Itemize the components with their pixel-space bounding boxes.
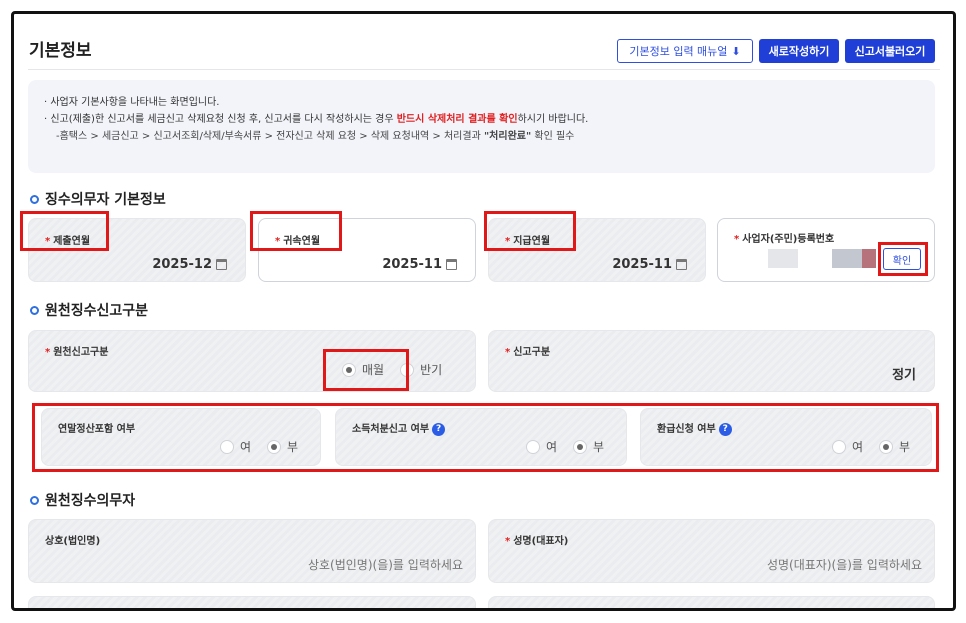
section-filing-type: 원천징수신고구분 [30,300,148,320]
help-icon[interactable]: ? [718,422,732,436]
calendar-icon [676,259,687,270]
company-name-field[interactable]: 상호(법인명) 상호(법인명)(을)를 입력하세요 [28,519,476,583]
page-title: 기본정보 [29,41,92,61]
income-disposal-label: 소득처분신고 여부? [352,420,446,436]
radio-no-label[interactable]: 부 [593,438,604,455]
refund-label: 환급신청 여부? [657,420,732,436]
belong-month-value-wrap: 2025-11 [382,257,457,272]
report-type-label-text: 신고구분 [513,347,551,358]
radio-no-label[interactable]: 부 [287,438,298,455]
highlight-box [484,211,576,251]
help-icon[interactable]: ? [432,422,446,436]
notice-line-3-text: -홈택스 > 세금신고 > 신고서조회/삭제/부속서류 > 전자신고 삭제 요청… [56,131,484,142]
income-disposal-card: 소득처분신고 여부? [335,408,627,466]
year-end-radio-group: 여 부 [220,438,298,455]
circle-bullet-icon [30,495,39,505]
report-type-value: 정기 [892,368,916,383]
company-name-label: 상호(법인명) [45,536,101,547]
notice-line-2: · 신고(제출)한 신고서를 세금신고 삭제요청 신청 후, 신고서를 다시 작… [44,111,919,128]
report-type-label: * 신고구분 [505,347,551,358]
year-end-card: 연말정산포함 여부 [41,408,321,466]
radio-yes-label[interactable]: 여 [240,438,251,455]
circle-bullet-icon [30,305,39,315]
redacted-block [862,249,876,268]
radio-yes[interactable] [526,439,540,454]
calendar-icon[interactable] [446,259,457,270]
notice-line-2-highlight: 반드시 삭제처리 결과를 확인 [396,114,518,125]
pay-month-value-wrap: 2025-11 [612,257,687,272]
circle-bullet-icon [30,194,39,204]
radio-no-label[interactable]: 부 [899,438,910,455]
income-disposal-radio-group: 여 부 [526,438,604,455]
calendar-icon [216,259,227,270]
radio-no[interactable] [879,439,894,454]
redacted-block [832,249,862,268]
notice-line-3-bold: "처리완료" [483,131,532,142]
new-write-button[interactable]: 새로작성하기 [759,39,839,63]
section-withholder: 원천징수의무자 [30,490,135,510]
refund-label-text: 환급신청 여부 [657,424,716,435]
load-report-button[interactable]: 신고서불러오기 [845,39,935,63]
withholding-type-label: * 원천신고구분 [45,347,109,358]
section-withholder-info: 징수의무자 기본정보 [30,189,166,209]
highlight-box [250,211,342,251]
representative-name-field[interactable]: * 성명(대표자) 성명(대표자)(을)를 입력하세요 [488,519,935,583]
highlight-box [323,349,409,391]
withholding-type-label-text: 원천신고구분 [53,347,109,358]
radio-no[interactable] [267,439,282,454]
notice-box: · 사업자 기본사항을 나타내는 화면입니다. · 신고(제출)한 신고서를 세… [28,80,935,173]
notice-line-3-end: 확인 필수 [531,131,575,142]
radio-half-year-label[interactable]: 반기 [420,361,442,378]
manual-button[interactable]: 기본정보 입력 매뉴얼 ⬇ [617,39,753,63]
representative-name-placeholder: 성명(대표자)(을)를 입력하세요 [766,558,922,572]
radio-no[interactable] [573,439,588,454]
belong-month-value: 2025-11 [382,257,442,272]
refund-radio-group: 여 부 [832,438,910,455]
next-row-field [28,596,476,608]
manual-button-label: 기본정보 입력 매뉴얼 [629,45,728,58]
section-filing-type-title: 원천징수신고구분 [45,303,149,319]
submit-month-value: 2025-12 [152,257,212,272]
notice-line-2-end: 하시기 바랍니다. [517,114,589,125]
section-withholder-title: 원천징수의무자 [45,493,136,509]
submit-month-value-wrap: 2025-12 [152,257,227,272]
radio-yes-label[interactable]: 여 [852,438,863,455]
highlight-box [878,242,928,276]
pay-month-value: 2025-11 [612,257,672,272]
redacted-block [768,249,798,268]
company-name-placeholder: 상호(법인명)(을)를 입력하세요 [307,558,463,572]
registration-number-label-text: 사업자(주민)등록번호 [742,234,835,245]
representative-name-label: * 성명(대표자) [505,536,569,547]
year-end-label: 연말정산포함 여부 [58,424,136,435]
notice-line-3: -홈택스 > 세금신고 > 신고서조회/삭제/부속서류 > 전자신고 삭제 요청… [44,128,919,145]
radio-yes-label[interactable]: 여 [546,438,557,455]
radio-yes[interactable] [832,439,846,454]
highlight-box [20,211,109,251]
download-icon: ⬇ [731,44,741,58]
income-disposal-label-text: 소득처분신고 여부 [352,424,430,435]
notice-line-1: · 사업자 기본사항을 나타내는 화면입니다. [44,97,220,108]
representative-name-label-text: 성명(대표자) [513,536,569,547]
refund-card: 환급신청 여부? [640,408,932,466]
title-divider [28,69,940,70]
page-frame: 기본정보 기본정보 입력 매뉴얼 ⬇ 새로작성하기 신고서불러오기 · 사업자 … [11,11,956,611]
next-row-field [488,596,935,608]
report-type-card: * 신고구분 정기 [488,330,935,392]
section-withholder-info-title: 징수의무자 기본정보 [45,192,166,208]
radio-yes[interactable] [220,439,234,454]
notice-line-2-text: · 신고(제출)한 신고서를 세금신고 삭제요청 신청 후, 신고서를 다시 작… [44,114,397,125]
registration-number-label: * 사업자(주민)등록번호 [734,234,835,245]
